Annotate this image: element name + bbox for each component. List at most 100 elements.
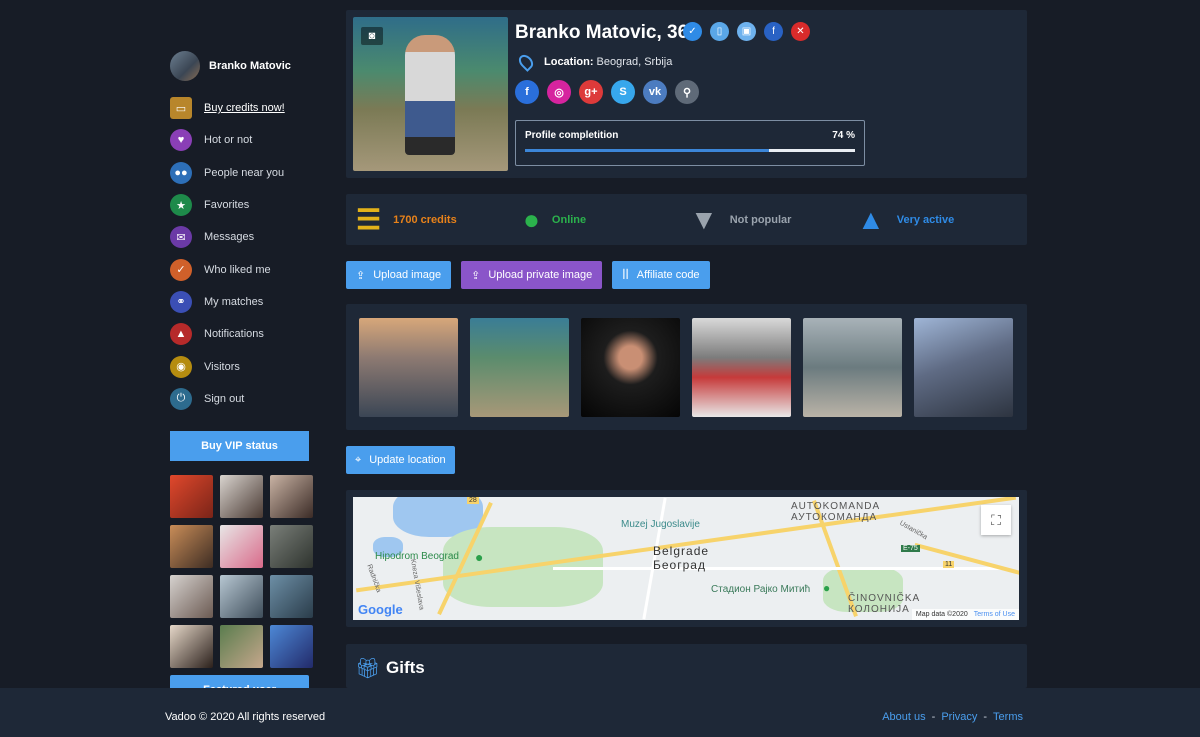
sidebar-item-favorites[interactable]: ★ Favorites <box>170 189 315 221</box>
featured-user-thumb[interactable] <box>220 574 263 618</box>
affiliate-code-button[interactable]: ꟾꟾ Affiliate code <box>612 261 710 289</box>
sidebar-item-visitors[interactable]: ◉ Visitors <box>170 350 315 382</box>
upload-image-button[interactable]: ⇪ Upload image <box>346 261 452 289</box>
footer: Vadoo © 2020 All rights reserved About u… <box>0 688 1200 737</box>
featured-user-thumb[interactable] <box>170 474 213 518</box>
sidebar-item-my-matches[interactable]: ⚭ My matches <box>170 286 315 318</box>
featured-user-thumb[interactable] <box>220 474 263 518</box>
map-label: Belgrade <box>653 544 710 558</box>
sidebar-item-label: Buy credits now! <box>204 102 285 115</box>
profile-panel: ◙ Branko Matovic, 36 ✓ ▯ ▣ f ✕ Location:… <box>346 10 1027 178</box>
sidebar-item-people-near-you[interactable]: ●● People near you <box>170 157 315 189</box>
power-icon: ⏻ <box>170 387 192 410</box>
sidebar-item-who-liked-me[interactable]: ✓ Who liked me <box>170 253 315 285</box>
buy-vip-button[interactable]: Buy VIP status <box>170 430 309 461</box>
featured-user-thumb[interactable] <box>270 574 313 618</box>
camera-icon[interactable]: ◙ <box>361 27 383 45</box>
footer-links: About us - Privacy - Terms <box>882 711 1023 723</box>
gifts-panel: 🎁︎ Gifts <box>346 644 1027 688</box>
featured-user-thumb[interactable] <box>220 624 263 668</box>
user-row[interactable]: Branko Matovic <box>170 50 315 82</box>
location-value: Beograd, Srbija <box>596 56 673 68</box>
featured-user-thumb[interactable] <box>170 524 213 568</box>
terms-link[interactable]: Terms <box>993 711 1023 723</box>
featured-user-thumb[interactable] <box>270 524 313 568</box>
sidebar-item-label: Visitors <box>204 360 240 373</box>
upload-image-label: Upload image <box>373 269 442 281</box>
gift-icon: 🎁︎ <box>355 658 381 680</box>
road-shield: 28 <box>467 497 479 504</box>
update-location-button[interactable]: ⌖ Update location <box>346 446 455 474</box>
facebook-icon[interactable]: f <box>515 80 539 104</box>
sidebar-item-buy-credits[interactable]: ▭ Buy credits now! <box>170 92 315 124</box>
map-label: КОЛОНИЈА <box>848 604 910 615</box>
couple-icon: ⚭ <box>170 290 192 313</box>
activity-status: Very active <box>896 213 955 226</box>
map-attribution: Map data ©2020 Terms of Use <box>911 609 1019 620</box>
profile-name: Branko Matovic, 36 <box>515 22 689 43</box>
featured-user-thumb[interactable] <box>220 524 263 568</box>
featured-user-thumb[interactable] <box>270 624 313 668</box>
people-icon: ꟾꟾ <box>622 269 629 282</box>
upload-private-image-button[interactable]: ⇪ Upload private image <box>461 261 603 289</box>
sidebar-item-label: Who liked me <box>204 263 271 276</box>
map-label: АУТОКОМАНДА <box>791 512 878 523</box>
map-label: Hipodrom Beograd <box>375 551 459 562</box>
copyright-text: Vadoo © 2020 All rights reserved <box>165 711 326 723</box>
instagram-icon[interactable]: ◎ <box>547 80 571 104</box>
profile-photo[interactable]: ◙ <box>353 17 508 171</box>
gallery-photo[interactable] <box>914 318 1013 417</box>
gallery-photo[interactable] <box>470 318 569 417</box>
gifts-title: Gifts <box>386 658 425 677</box>
user-name[interactable]: Branko Matovic <box>209 60 291 72</box>
featured-user-thumb[interactable] <box>170 574 213 618</box>
location-pin-icon <box>516 52 536 72</box>
delete-trash-icon[interactable]: ✕ <box>791 22 810 41</box>
map-data-text: Map data ©2020 <box>915 611 968 618</box>
map-label: Стадион Рајко Митић <box>711 584 811 595</box>
update-location-label: Update location <box>369 454 446 466</box>
avatar[interactable] <box>170 51 200 81</box>
gallery-photo[interactable] <box>359 318 458 417</box>
google-logo[interactable]: Google <box>358 602 403 617</box>
featured-user-thumb[interactable] <box>170 624 213 668</box>
vk-icon[interactable]: vk <box>643 80 667 104</box>
sidebar-item-label: Favorites <box>204 199 250 212</box>
affiliate-label: Affiliate code <box>636 269 700 281</box>
profile-completion: Profile completition 74 % <box>515 120 865 166</box>
sidebar-item-sign-out[interactable]: ⏻ Sign out <box>170 383 315 415</box>
map-panel: AUTOKOMANDA АУТОКОМАНДА Muzej Jugoslavij… <box>346 490 1027 627</box>
phone-verified-icon: ▯ <box>710 22 729 41</box>
people-icon: ●● <box>170 161 192 184</box>
profile-photo-subject <box>405 35 455 155</box>
privacy-link[interactable]: Privacy <box>941 711 977 723</box>
location-map[interactable]: AUTOKOMANDA АУТОКОМАНДА Muzej Jugoslavij… <box>353 497 1019 620</box>
chat-icon: ✉ <box>170 226 192 249</box>
park-pin-icon: ● <box>475 549 484 565</box>
bell-icon: ▲ <box>170 323 192 346</box>
link-icon[interactable]: ⚲ <box>675 80 699 104</box>
featured-users-grid <box>170 474 315 668</box>
completion-percent: 74 % <box>832 130 855 141</box>
road-shield: E-75 <box>901 545 920 552</box>
gallery-photo[interactable] <box>803 318 902 417</box>
sidebar-item-messages[interactable]: ✉ Messages <box>170 221 315 253</box>
upload-icon: ⇪ <box>356 269 366 282</box>
completion-progress-fill <box>525 149 770 152</box>
stat-popularity: ▼ Not popular <box>690 194 791 245</box>
stat-credits: ☰ 1700 credits <box>356 194 457 245</box>
gallery-photo[interactable] <box>581 318 680 417</box>
featured-user-thumb[interactable] <box>270 474 313 518</box>
verification-badges: ✓ ▯ ▣ f ✕ <box>683 22 810 41</box>
action-buttons: ⇪ Upload image ⇪ Upload private image ꟾꟾ… <box>346 261 710 289</box>
gallery-photo[interactable] <box>692 318 791 417</box>
map-terms-link[interactable]: Terms of Use <box>974 611 1015 618</box>
social-links: f ◎ g+ S vk ⚲ <box>515 80 699 104</box>
about-us-link[interactable]: About us <box>882 711 925 723</box>
sidebar-item-hot-or-not[interactable]: ♥ Hot or not <box>170 124 315 156</box>
photo-verified-icon: ▣ <box>737 22 756 41</box>
fullscreen-icon[interactable]: ⛶ <box>981 505 1011 535</box>
skype-icon[interactable]: S <box>611 80 635 104</box>
sidebar-item-notifications[interactable]: ▲ Notifications <box>170 318 315 350</box>
google-plus-icon[interactable]: g+ <box>579 80 603 104</box>
